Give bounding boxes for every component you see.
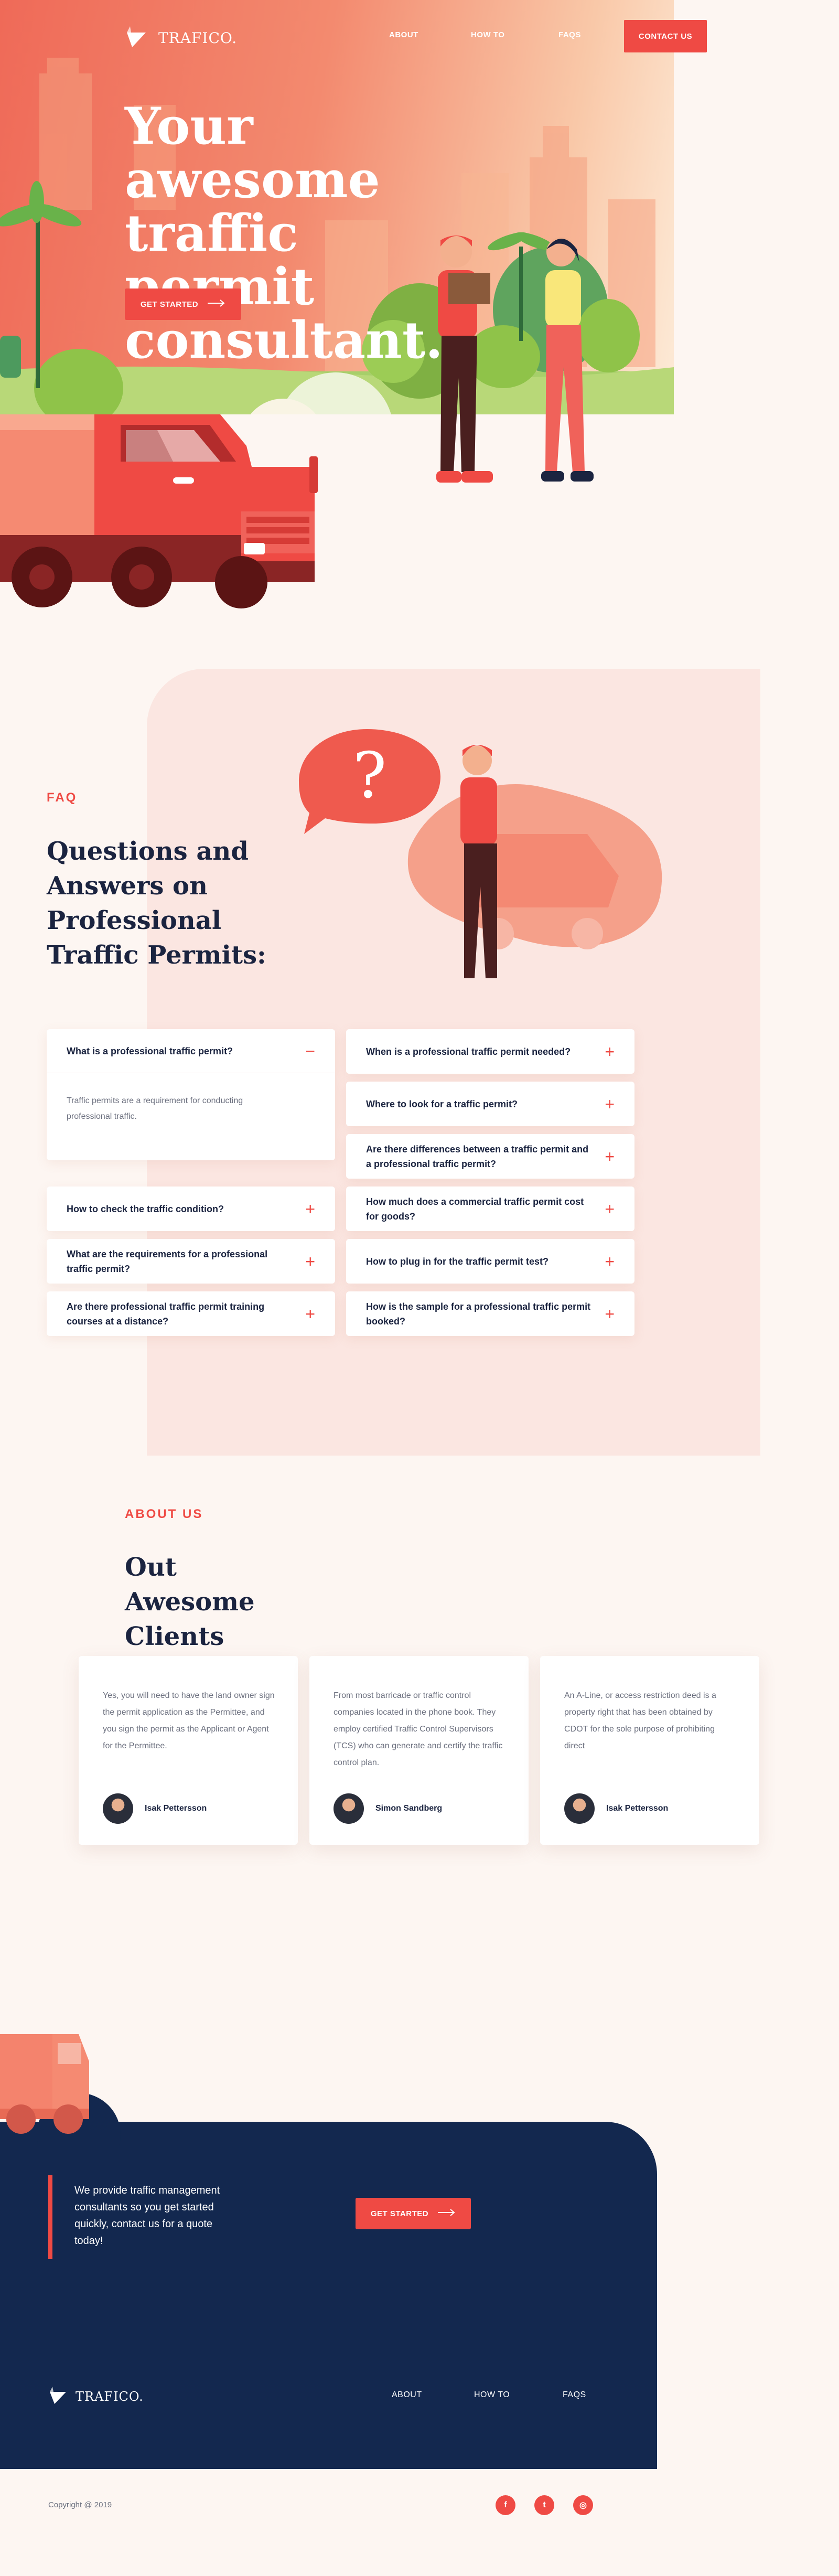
nav-faqs[interactable]: FAQS — [558, 30, 581, 39]
faq-question: How is the sample for a professional tra… — [366, 1301, 591, 1327]
hero-get-started-button[interactable]: GET STARTED — [125, 288, 241, 320]
testimonial-author: Simon Sandberg — [334, 1793, 442, 1824]
plus-icon[interactable]: + — [305, 1253, 315, 1270]
faq-eyebrow: FAQ — [47, 790, 78, 805]
faq-item[interactable]: How is the sample for a professional tra… — [346, 1291, 634, 1336]
nav-how-to[interactable]: HOW TO — [471, 30, 504, 39]
faq-question: How to plug in for the traffic permit te… — [366, 1256, 548, 1267]
faq-question: Are there professional traffic permit tr… — [67, 1301, 265, 1327]
facebook-icon[interactable]: f — [496, 2495, 515, 2515]
logo-flag-icon — [125, 25, 149, 51]
plus-icon[interactable]: + — [305, 1201, 315, 1217]
logo-flag-icon — [48, 2386, 68, 2407]
footer-link-about[interactable]: ABOUT — [392, 2390, 422, 2400]
cta-get-started-button[interactable]: GET STARTED — [356, 2198, 471, 2229]
cta-button-label: GET STARTED — [370, 2209, 429, 2218]
truck-illustration — [0, 414, 318, 608]
twitter-icon[interactable]: t — [534, 2495, 554, 2515]
faq-question: How much does a commercial traffic permi… — [366, 1196, 584, 1222]
testimonial-text: An A-Line, or access restriction deed is… — [564, 1691, 716, 1750]
faq-item[interactable]: Where to look for a traffic permit? + — [346, 1082, 634, 1126]
plus-icon[interactable]: + — [605, 1253, 615, 1270]
plus-icon[interactable]: + — [605, 1096, 615, 1113]
footer-link-faqs[interactable]: FAQS — [563, 2390, 586, 2400]
testimonial-card: An A-Line, or access restriction deed is… — [540, 1656, 759, 1845]
faq-question: What is a professional traffic permit? — [67, 1045, 233, 1056]
plus-icon[interactable]: + — [605, 1201, 615, 1217]
plus-icon[interactable]: + — [305, 1306, 315, 1322]
testimonial-card: From most barricade or traffic control c… — [309, 1656, 529, 1845]
faq-question: How to check the traffic condition? — [67, 1203, 224, 1214]
faq-item[interactable]: Are there differences between a traffic … — [346, 1134, 634, 1179]
plus-icon[interactable]: + — [605, 1306, 615, 1322]
cta-accent-bar — [48, 2175, 52, 2259]
author-name: Isak Pettersson — [145, 1804, 207, 1813]
testimonial-card: Yes, you will need to have the land owne… — [79, 1656, 298, 1845]
footer-link-how-to[interactable]: HOW TO — [474, 2390, 510, 2400]
avatar — [564, 1793, 595, 1824]
minus-icon[interactable]: − — [305, 1043, 315, 1060]
faq-item-expanded[interactable]: What is a professional traffic permit? −… — [47, 1029, 335, 1160]
cta-text: We provide traffic management consultant… — [74, 2185, 220, 2247]
testimonial-author: Isak Pettersson — [564, 1793, 668, 1824]
small-truck-illustration — [0, 2034, 121, 2145]
about-eyebrow: ABOUT US — [125, 1507, 203, 1521]
avatar — [103, 1793, 133, 1824]
hero-title: Your awesome traffic permit consultant. — [125, 97, 443, 370]
faq-question: Where to look for a traffic permit? — [366, 1098, 518, 1109]
faq-item[interactable]: How to check the traffic condition? + — [47, 1187, 335, 1231]
faq-item[interactable]: When is a professional traffic permit ne… — [346, 1029, 634, 1074]
brand-logo[interactable]: TRAFICO. — [125, 25, 237, 51]
testimonial-author: Isak Pettersson — [103, 1793, 207, 1824]
arrow-right-icon — [438, 2209, 456, 2218]
instagram-icon[interactable]: ◎ — [573, 2495, 593, 2515]
nav-about[interactable]: ABOUT — [389, 30, 418, 39]
faq-question: When is a professional traffic permit ne… — [366, 1046, 571, 1057]
author-name: Isak Pettersson — [606, 1804, 669, 1813]
faq-item[interactable]: What are the requirements for a professi… — [47, 1239, 335, 1284]
footer-brand-name: TRAFICO. — [76, 2389, 144, 2404]
arrow-right-icon — [208, 300, 225, 309]
faq-item[interactable]: Are there professional traffic permit tr… — [47, 1291, 335, 1336]
footer-brand-logo[interactable]: TRAFICO. — [48, 2386, 144, 2407]
about-title: Out Awesome Clients — [125, 1553, 255, 1651]
faq-item[interactable]: How to plug in for the traffic permit te… — [346, 1239, 634, 1284]
plus-icon[interactable]: + — [605, 1148, 615, 1165]
testimonial-text: From most barricade or traffic control c… — [334, 1691, 503, 1767]
testimonial-text: Yes, you will need to have the land owne… — [103, 1691, 275, 1750]
social-links: f t ◎ — [496, 2495, 593, 2515]
contact-us-button[interactable]: CONTACT US — [624, 20, 707, 52]
faq-item[interactable]: How much does a commercial traffic permi… — [346, 1187, 634, 1231]
faq-title: Questions and Answers on Professional Tr… — [47, 837, 266, 970]
avatar — [334, 1793, 364, 1824]
plus-icon[interactable]: + — [605, 1043, 615, 1060]
hero-cta-label: GET STARTED — [140, 300, 199, 309]
brand-name: TRAFICO. — [158, 29, 238, 47]
question-mark: ? — [353, 740, 386, 813]
author-name: Simon Sandberg — [375, 1804, 443, 1813]
faq-question: What are the requirements for a professi… — [67, 1248, 268, 1274]
cta-footer-background — [0, 2122, 657, 2469]
copyright: Copyright @ 2019 — [48, 2500, 112, 2509]
faq-answer: Traffic permits are a requirement for co… — [67, 1096, 243, 1121]
faq-illustration: ? — [299, 729, 662, 978]
faq-question: Are there differences between a traffic … — [366, 1143, 589, 1169]
